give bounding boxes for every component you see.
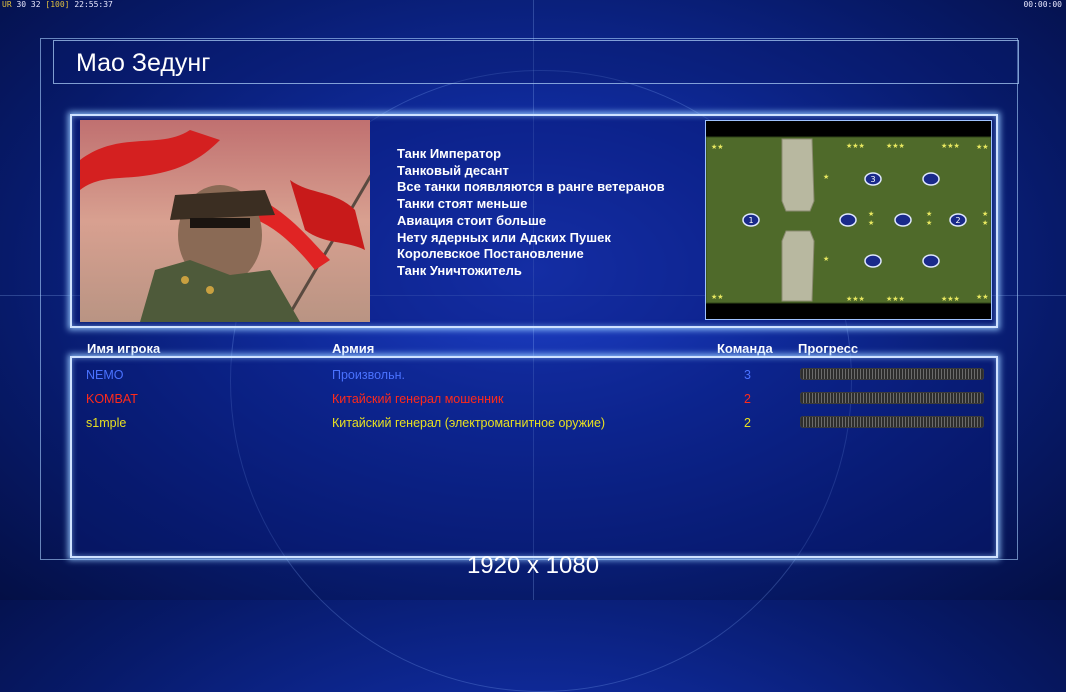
svg-text:★★★: ★★★ xyxy=(886,142,905,150)
fps-stats: 30 32 xyxy=(16,0,41,9)
svg-text:★: ★ xyxy=(926,210,932,218)
column-header-army: Армия xyxy=(332,341,375,356)
general-info-panel: Танк Император Танковый десант Все танки… xyxy=(70,114,998,328)
rule-item: Танк Император xyxy=(397,146,502,161)
player-team: 2 xyxy=(744,392,751,406)
svg-text:★★: ★★ xyxy=(711,293,724,301)
player-army: Произвольн. xyxy=(332,368,405,382)
player-name: KOMBAT xyxy=(86,392,138,406)
player-row: KOMBAT Китайский генерал мошенник 2 xyxy=(86,390,986,410)
player-row: s1mple Китайский генерал (электромагнитн… xyxy=(86,414,986,434)
title-bar: Мао Зедунг xyxy=(53,40,1019,84)
player-team: 3 xyxy=(744,368,751,382)
rule-item: Танки стоят меньше xyxy=(397,196,528,212)
svg-text:★: ★ xyxy=(982,210,988,218)
loading-progress-bar xyxy=(800,368,984,380)
clock: 22:55:37 xyxy=(74,0,113,9)
fps-counter: UR 30 32 [100] 22:55:37 xyxy=(2,0,113,9)
svg-text:★: ★ xyxy=(868,219,874,227)
svg-text:★: ★ xyxy=(823,173,829,181)
column-header-player: Имя игрока xyxy=(87,341,161,356)
svg-text:★: ★ xyxy=(982,219,988,227)
player-team: 2 xyxy=(744,416,751,430)
column-header-team: Команда xyxy=(717,341,773,356)
svg-text:★★★: ★★★ xyxy=(886,295,905,303)
svg-text:★★: ★★ xyxy=(976,293,989,301)
svg-text:★★★: ★★★ xyxy=(846,142,865,150)
fps-label: UR xyxy=(2,0,12,9)
rule-item: Танк Уничтожитель xyxy=(397,262,522,278)
rule-item: Авиация стоит больше xyxy=(397,212,547,228)
player-name: s1mple xyxy=(86,416,127,430)
svg-text:★★: ★★ xyxy=(711,143,724,151)
players-panel: NEMO Произвольн. 3 KOMBAT Китайский гене… xyxy=(70,356,998,558)
player-army: Китайский генерал мошенник xyxy=(332,392,504,406)
resolution-label: 1920 x 1080 xyxy=(466,552,600,579)
general-rules-list: Танк Император Танковый десант Все танки… xyxy=(397,146,665,280)
game-timer: 00:00:00 xyxy=(1023,0,1062,9)
fps-limit: [100] xyxy=(45,0,70,9)
loading-progress-bar xyxy=(800,416,984,428)
svg-text:★: ★ xyxy=(823,255,829,263)
rule-item: Королевское Постановление xyxy=(397,246,584,262)
svg-text:★★★: ★★★ xyxy=(846,295,865,303)
map-preview: ★★★ ★★★ ★★★ ★★★ ★★★ ★★★ ★★ ★★ ★★ ★★ ★ ★ ★ ★ ★ ★ ★… xyxy=(705,120,992,320)
rule-item: Нету ядерных или Адских Пушек xyxy=(397,229,611,245)
rule-item: Все танки появляются в ранге ветеранов xyxy=(397,179,665,195)
svg-text:★: ★ xyxy=(868,210,874,218)
start-position-3: 3 xyxy=(870,175,875,184)
svg-text:★★★: ★★★ xyxy=(941,295,960,303)
player-army: Китайский генерал (электромагнитное оруж… xyxy=(332,416,606,430)
player-name: NEMO xyxy=(86,368,124,382)
rule-item: Танковый десант xyxy=(397,162,509,178)
page-title: Мао Зедунг xyxy=(76,49,211,77)
column-header-progress: Прогресс xyxy=(798,341,859,356)
loading-progress-bar xyxy=(800,392,984,404)
svg-text:★★: ★★ xyxy=(976,143,989,151)
player-row: NEMO Произвольн. 3 xyxy=(86,366,986,386)
start-position-2: 2 xyxy=(955,216,960,225)
start-position-1: 1 xyxy=(748,216,753,225)
general-portrait xyxy=(80,120,370,322)
svg-text:★★★: ★★★ xyxy=(941,142,960,150)
svg-text:★: ★ xyxy=(926,219,932,227)
